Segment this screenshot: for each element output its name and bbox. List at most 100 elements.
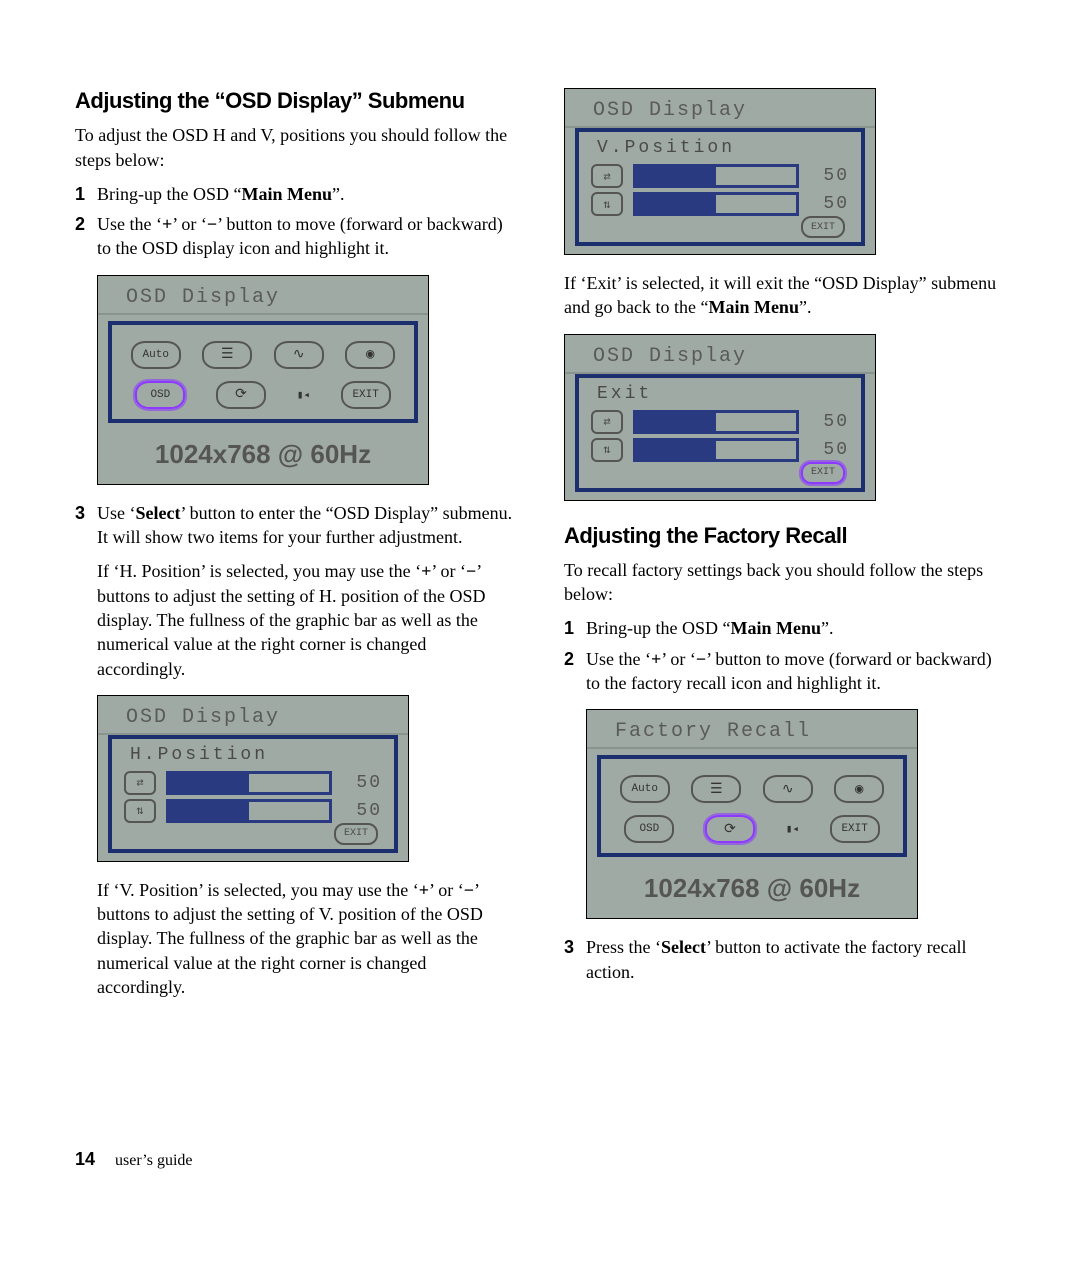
color-icon: ◉ [834, 775, 884, 803]
auto-icon: Auto [620, 775, 670, 803]
text-bold: Main Menu [708, 297, 799, 317]
step-bold: Select [136, 503, 181, 523]
minus-symbol: − [696, 649, 706, 669]
step-bold: Main Menu [730, 618, 821, 638]
exit-paragraph: If ‘Exit’ is selected, it will exit the … [564, 271, 1005, 320]
osd-screenshot-main-menu: OSD Display Auto ☰ ∿ ◉ OSD ⟳ ▮◂ EXIT 102… [97, 275, 429, 485]
step-number: 3 [75, 501, 85, 525]
section-heading-factory-recall: Adjusting the Factory Recall [564, 523, 1005, 548]
step-text: ’ or ‘ [172, 214, 207, 234]
two-column-layout: Adjusting the “OSD Display” Submenu To a… [75, 88, 1005, 1118]
language-icon: ▮◂ [297, 388, 310, 402]
h-position-slider-row: ⇄ 50 [591, 164, 849, 188]
page-footer: 14 user’s guide [75, 1149, 193, 1170]
osd-icon: OSD [624, 815, 674, 843]
osd-icon: OSD [135, 381, 185, 409]
color-icon: ◉ [345, 341, 395, 369]
step-text: ’ or ‘ [661, 649, 696, 669]
step-text: Use the ‘ [586, 649, 651, 669]
osd-sub-label: Exit [591, 384, 849, 406]
h-position-slider-row: ⇄ 50 [124, 771, 382, 795]
vposition-paragraph: If ‘V. Position’ is selected, you may us… [97, 878, 516, 999]
osd-submenu-body: Exit ⇄ 50 ⇅ 50 EXIT [575, 374, 865, 492]
osd-screenshot-factory-recall: Factory Recall Auto ☰ ∿ ◉ OSD ⟳ ▮◂ EXIT … [586, 709, 918, 919]
v-position-icon: ⇅ [591, 192, 623, 216]
slider-value: 50 [809, 194, 849, 214]
osd-title: OSD Display [565, 335, 875, 374]
osd-sub-label: V.Position [591, 138, 849, 160]
slider-bar [633, 192, 799, 216]
step-number: 1 [564, 616, 574, 640]
list-item: 3 Use ‘Select’ button to enter the “OSD … [75, 501, 516, 550]
list-item: 1 Bring-up the OSD “Main Menu”. [564, 616, 1005, 640]
document-page: Adjusting the “OSD Display” Submenu To a… [0, 0, 1080, 1270]
osd-title: OSD Display [98, 276, 428, 315]
osd-screenshot-exit: OSD Display Exit ⇄ 50 ⇅ 50 EXIT [564, 334, 876, 501]
osd-resolution: 1024x768 @ 60Hz [587, 861, 917, 918]
slider-bar [633, 410, 799, 434]
step-text: Use ‘ [97, 503, 136, 523]
osd-icon-grid: Auto ☰ ∿ ◉ OSD ⟳ ▮◂ EXIT [597, 755, 907, 857]
osd-icon-row: Auto ☰ ∿ ◉ [120, 341, 406, 369]
step-number: 3 [564, 935, 574, 959]
step-bold: Select [661, 937, 706, 957]
footer-label: user’s guide [115, 1152, 192, 1169]
menu-icon: ☰ [202, 341, 252, 369]
exit-icon: EXIT [830, 815, 880, 843]
step-text: ”. [332, 184, 345, 204]
slider-bar [633, 438, 799, 462]
language-icon: ▮◂ [786, 822, 799, 836]
page-number: 14 [75, 1149, 95, 1169]
osd-sub-label: H.Position [124, 745, 382, 767]
list-item: 3 Press the ‘Select’ button to activate … [564, 935, 1005, 984]
exit-icon: EXIT [341, 381, 391, 409]
osd-title: OSD Display [98, 696, 408, 735]
slider-bar [633, 164, 799, 188]
step-text: Press the ‘ [586, 937, 661, 957]
slider-bar [166, 771, 332, 795]
slider-value: 50 [342, 801, 382, 821]
osd-title: Factory Recall [587, 710, 917, 749]
plus-symbol: + [421, 561, 431, 581]
step-bold: Main Menu [241, 184, 332, 204]
osd-icon-grid: Auto ☰ ∿ ◉ OSD ⟳ ▮◂ EXIT [108, 321, 418, 423]
plus-symbol: + [419, 880, 429, 900]
list-item: 2 Use the ‘+’ or ‘−’ button to move (for… [75, 212, 516, 261]
step-text: Bring-up the OSD “ [586, 618, 730, 638]
minus-symbol: − [207, 214, 217, 234]
osd-icon-row: OSD ⟳ ▮◂ EXIT [120, 381, 406, 409]
factory-recall-steps-cont: 3 Press the ‘Select’ button to activate … [564, 935, 1005, 984]
plus-symbol: + [651, 649, 661, 669]
exit-icon: EXIT [801, 462, 845, 484]
h-position-icon: ⇄ [591, 164, 623, 188]
step-number: 1 [75, 182, 85, 206]
text: If ‘V. Position’ is selected, you may us… [97, 880, 419, 900]
v-position-icon: ⇅ [124, 799, 156, 823]
plus-symbol: + [162, 214, 172, 234]
slider-value: 50 [342, 773, 382, 793]
text: If ‘H. Position’ is selected, you may us… [97, 561, 421, 581]
osd-screenshot-vposition: OSD Display V.Position ⇄ 50 ⇅ 50 EXIT [564, 88, 876, 255]
osd-icon-row: Auto ☰ ∿ ◉ [609, 775, 895, 803]
step-number: 2 [75, 212, 85, 236]
exit-icon: EXIT [801, 216, 845, 238]
osd-icon-row: OSD ⟳ ▮◂ EXIT [609, 815, 895, 843]
wave-icon: ∿ [274, 341, 324, 369]
v-position-slider-row: ⇅ 50 [591, 192, 849, 216]
list-item: 2 Use the ‘+’ or ‘−’ button to move (for… [564, 647, 1005, 696]
minus-symbol: − [464, 880, 474, 900]
hposition-paragraph: If ‘H. Position’ is selected, you may us… [97, 559, 516, 680]
step-number: 2 [564, 647, 574, 671]
slider-value: 50 [809, 166, 849, 186]
slider-value: 50 [809, 440, 849, 460]
v-position-slider-row: ⇅ 50 [124, 799, 382, 823]
slider-bar [166, 799, 332, 823]
osd-display-steps-cont: 3 Use ‘Select’ button to enter the “OSD … [75, 501, 516, 550]
wave-icon: ∿ [763, 775, 813, 803]
h-position-slider-row: ⇄ 50 [591, 410, 849, 434]
h-position-icon: ⇄ [591, 410, 623, 434]
slider-value: 50 [809, 412, 849, 432]
step-text: Bring-up the OSD “ [97, 184, 241, 204]
recall-icon: ⟳ [216, 381, 266, 409]
osd-submenu-body: H.Position ⇄ 50 ⇅ 50 EXIT [108, 735, 398, 853]
